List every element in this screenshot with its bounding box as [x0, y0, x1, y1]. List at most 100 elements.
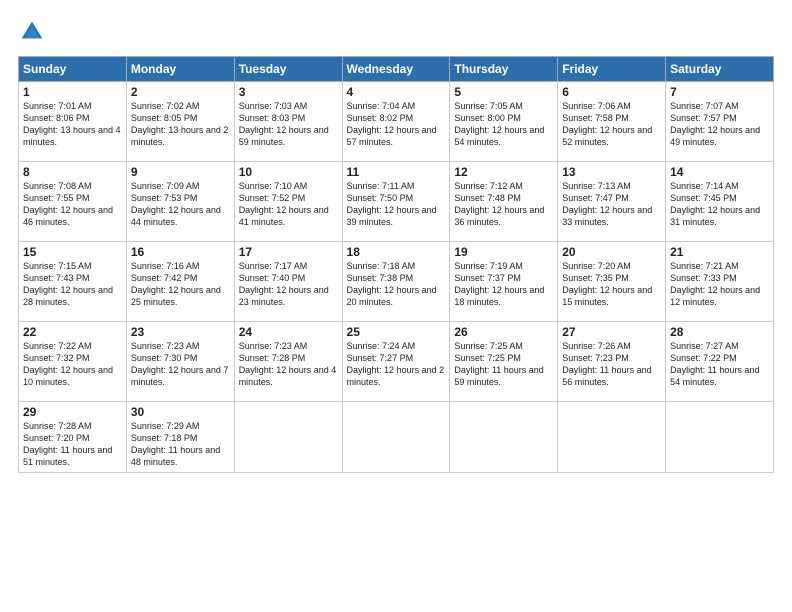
day-number: 8	[23, 165, 122, 179]
calendar-cell: 9Sunrise: 7:09 AMSunset: 7:53 PMDaylight…	[126, 162, 234, 242]
calendar-cell: 17Sunrise: 7:17 AMSunset: 7:40 PMDayligh…	[234, 242, 342, 322]
day-number: 16	[131, 245, 230, 259]
day-number: 6	[562, 85, 661, 99]
calendar-week-3: 15Sunrise: 7:15 AMSunset: 7:43 PMDayligh…	[19, 242, 774, 322]
calendar-cell: 27Sunrise: 7:26 AMSunset: 7:23 PMDayligh…	[558, 322, 666, 402]
day-info: Sunrise: 7:16 AMSunset: 7:42 PMDaylight:…	[131, 260, 230, 309]
day-number: 18	[347, 245, 446, 259]
calendar-week-1: 1Sunrise: 7:01 AMSunset: 8:06 PMDaylight…	[19, 82, 774, 162]
col-header-friday: Friday	[558, 57, 666, 82]
day-number: 11	[347, 165, 446, 179]
day-number: 28	[670, 325, 769, 339]
day-info: Sunrise: 7:10 AMSunset: 7:52 PMDaylight:…	[239, 180, 338, 229]
logo	[18, 18, 50, 46]
calendar-cell: 24Sunrise: 7:23 AMSunset: 7:28 PMDayligh…	[234, 322, 342, 402]
day-info: Sunrise: 7:26 AMSunset: 7:23 PMDaylight:…	[562, 340, 661, 389]
header	[18, 18, 774, 46]
calendar-cell: 28Sunrise: 7:27 AMSunset: 7:22 PMDayligh…	[666, 322, 774, 402]
calendar-cell: 15Sunrise: 7:15 AMSunset: 7:43 PMDayligh…	[19, 242, 127, 322]
calendar-cell: 23Sunrise: 7:23 AMSunset: 7:30 PMDayligh…	[126, 322, 234, 402]
day-info: Sunrise: 7:13 AMSunset: 7:47 PMDaylight:…	[562, 180, 661, 229]
day-info: Sunrise: 7:12 AMSunset: 7:48 PMDaylight:…	[454, 180, 553, 229]
calendar-cell: 22Sunrise: 7:22 AMSunset: 7:32 PMDayligh…	[19, 322, 127, 402]
day-number: 27	[562, 325, 661, 339]
calendar-week-4: 22Sunrise: 7:22 AMSunset: 7:32 PMDayligh…	[19, 322, 774, 402]
calendar-cell: 19Sunrise: 7:19 AMSunset: 7:37 PMDayligh…	[450, 242, 558, 322]
calendar-cell: 29Sunrise: 7:28 AMSunset: 7:20 PMDayligh…	[19, 402, 127, 473]
day-info: Sunrise: 7:06 AMSunset: 7:58 PMDaylight:…	[562, 100, 661, 149]
col-header-wednesday: Wednesday	[342, 57, 450, 82]
page: SundayMondayTuesdayWednesdayThursdayFrid…	[0, 0, 792, 612]
calendar-cell	[342, 402, 450, 473]
day-info: Sunrise: 7:09 AMSunset: 7:53 PMDaylight:…	[131, 180, 230, 229]
day-number: 29	[23, 405, 122, 419]
day-info: Sunrise: 7:23 AMSunset: 7:28 PMDaylight:…	[239, 340, 338, 389]
calendar-cell: 13Sunrise: 7:13 AMSunset: 7:47 PMDayligh…	[558, 162, 666, 242]
calendar-table: SundayMondayTuesdayWednesdayThursdayFrid…	[18, 56, 774, 473]
col-header-monday: Monday	[126, 57, 234, 82]
day-info: Sunrise: 7:27 AMSunset: 7:22 PMDaylight:…	[670, 340, 769, 389]
calendar-cell	[234, 402, 342, 473]
calendar-cell: 12Sunrise: 7:12 AMSunset: 7:48 PMDayligh…	[450, 162, 558, 242]
day-info: Sunrise: 7:05 AMSunset: 8:00 PMDaylight:…	[454, 100, 553, 149]
day-number: 15	[23, 245, 122, 259]
day-info: Sunrise: 7:22 AMSunset: 7:32 PMDaylight:…	[23, 340, 122, 389]
day-info: Sunrise: 7:24 AMSunset: 7:27 PMDaylight:…	[347, 340, 446, 389]
day-info: Sunrise: 7:15 AMSunset: 7:43 PMDaylight:…	[23, 260, 122, 309]
day-number: 3	[239, 85, 338, 99]
calendar-header-row: SundayMondayTuesdayWednesdayThursdayFrid…	[19, 57, 774, 82]
calendar-cell: 26Sunrise: 7:25 AMSunset: 7:25 PMDayligh…	[450, 322, 558, 402]
col-header-saturday: Saturday	[666, 57, 774, 82]
col-header-tuesday: Tuesday	[234, 57, 342, 82]
day-info: Sunrise: 7:08 AMSunset: 7:55 PMDaylight:…	[23, 180, 122, 229]
day-number: 4	[347, 85, 446, 99]
day-info: Sunrise: 7:03 AMSunset: 8:03 PMDaylight:…	[239, 100, 338, 149]
day-number: 21	[670, 245, 769, 259]
day-number: 7	[670, 85, 769, 99]
day-info: Sunrise: 7:07 AMSunset: 7:57 PMDaylight:…	[670, 100, 769, 149]
calendar-cell	[558, 402, 666, 473]
day-number: 9	[131, 165, 230, 179]
day-number: 17	[239, 245, 338, 259]
day-number: 1	[23, 85, 122, 99]
day-number: 30	[131, 405, 230, 419]
calendar-cell: 7Sunrise: 7:07 AMSunset: 7:57 PMDaylight…	[666, 82, 774, 162]
calendar-cell: 1Sunrise: 7:01 AMSunset: 8:06 PMDaylight…	[19, 82, 127, 162]
calendar-cell: 6Sunrise: 7:06 AMSunset: 7:58 PMDaylight…	[558, 82, 666, 162]
calendar-cell: 3Sunrise: 7:03 AMSunset: 8:03 PMDaylight…	[234, 82, 342, 162]
day-info: Sunrise: 7:04 AMSunset: 8:02 PMDaylight:…	[347, 100, 446, 149]
day-number: 2	[131, 85, 230, 99]
day-info: Sunrise: 7:18 AMSunset: 7:38 PMDaylight:…	[347, 260, 446, 309]
calendar-cell: 10Sunrise: 7:10 AMSunset: 7:52 PMDayligh…	[234, 162, 342, 242]
day-number: 12	[454, 165, 553, 179]
day-info: Sunrise: 7:28 AMSunset: 7:20 PMDaylight:…	[23, 420, 122, 469]
day-info: Sunrise: 7:17 AMSunset: 7:40 PMDaylight:…	[239, 260, 338, 309]
calendar-cell: 30Sunrise: 7:29 AMSunset: 7:18 PMDayligh…	[126, 402, 234, 473]
day-number: 19	[454, 245, 553, 259]
col-header-thursday: Thursday	[450, 57, 558, 82]
calendar-cell: 21Sunrise: 7:21 AMSunset: 7:33 PMDayligh…	[666, 242, 774, 322]
calendar-cell: 20Sunrise: 7:20 AMSunset: 7:35 PMDayligh…	[558, 242, 666, 322]
day-number: 22	[23, 325, 122, 339]
calendar-cell: 16Sunrise: 7:16 AMSunset: 7:42 PMDayligh…	[126, 242, 234, 322]
day-info: Sunrise: 7:01 AMSunset: 8:06 PMDaylight:…	[23, 100, 122, 149]
day-info: Sunrise: 7:11 AMSunset: 7:50 PMDaylight:…	[347, 180, 446, 229]
day-info: Sunrise: 7:20 AMSunset: 7:35 PMDaylight:…	[562, 260, 661, 309]
calendar-cell	[450, 402, 558, 473]
day-number: 10	[239, 165, 338, 179]
calendar-cell	[666, 402, 774, 473]
calendar-cell: 11Sunrise: 7:11 AMSunset: 7:50 PMDayligh…	[342, 162, 450, 242]
calendar-cell: 8Sunrise: 7:08 AMSunset: 7:55 PMDaylight…	[19, 162, 127, 242]
day-info: Sunrise: 7:19 AMSunset: 7:37 PMDaylight:…	[454, 260, 553, 309]
calendar-week-2: 8Sunrise: 7:08 AMSunset: 7:55 PMDaylight…	[19, 162, 774, 242]
calendar-cell: 25Sunrise: 7:24 AMSunset: 7:27 PMDayligh…	[342, 322, 450, 402]
day-info: Sunrise: 7:21 AMSunset: 7:33 PMDaylight:…	[670, 260, 769, 309]
logo-icon	[18, 18, 46, 46]
calendar-cell: 2Sunrise: 7:02 AMSunset: 8:05 PMDaylight…	[126, 82, 234, 162]
day-number: 14	[670, 165, 769, 179]
day-number: 25	[347, 325, 446, 339]
calendar-cell: 18Sunrise: 7:18 AMSunset: 7:38 PMDayligh…	[342, 242, 450, 322]
day-info: Sunrise: 7:25 AMSunset: 7:25 PMDaylight:…	[454, 340, 553, 389]
day-info: Sunrise: 7:02 AMSunset: 8:05 PMDaylight:…	[131, 100, 230, 149]
calendar-cell: 4Sunrise: 7:04 AMSunset: 8:02 PMDaylight…	[342, 82, 450, 162]
